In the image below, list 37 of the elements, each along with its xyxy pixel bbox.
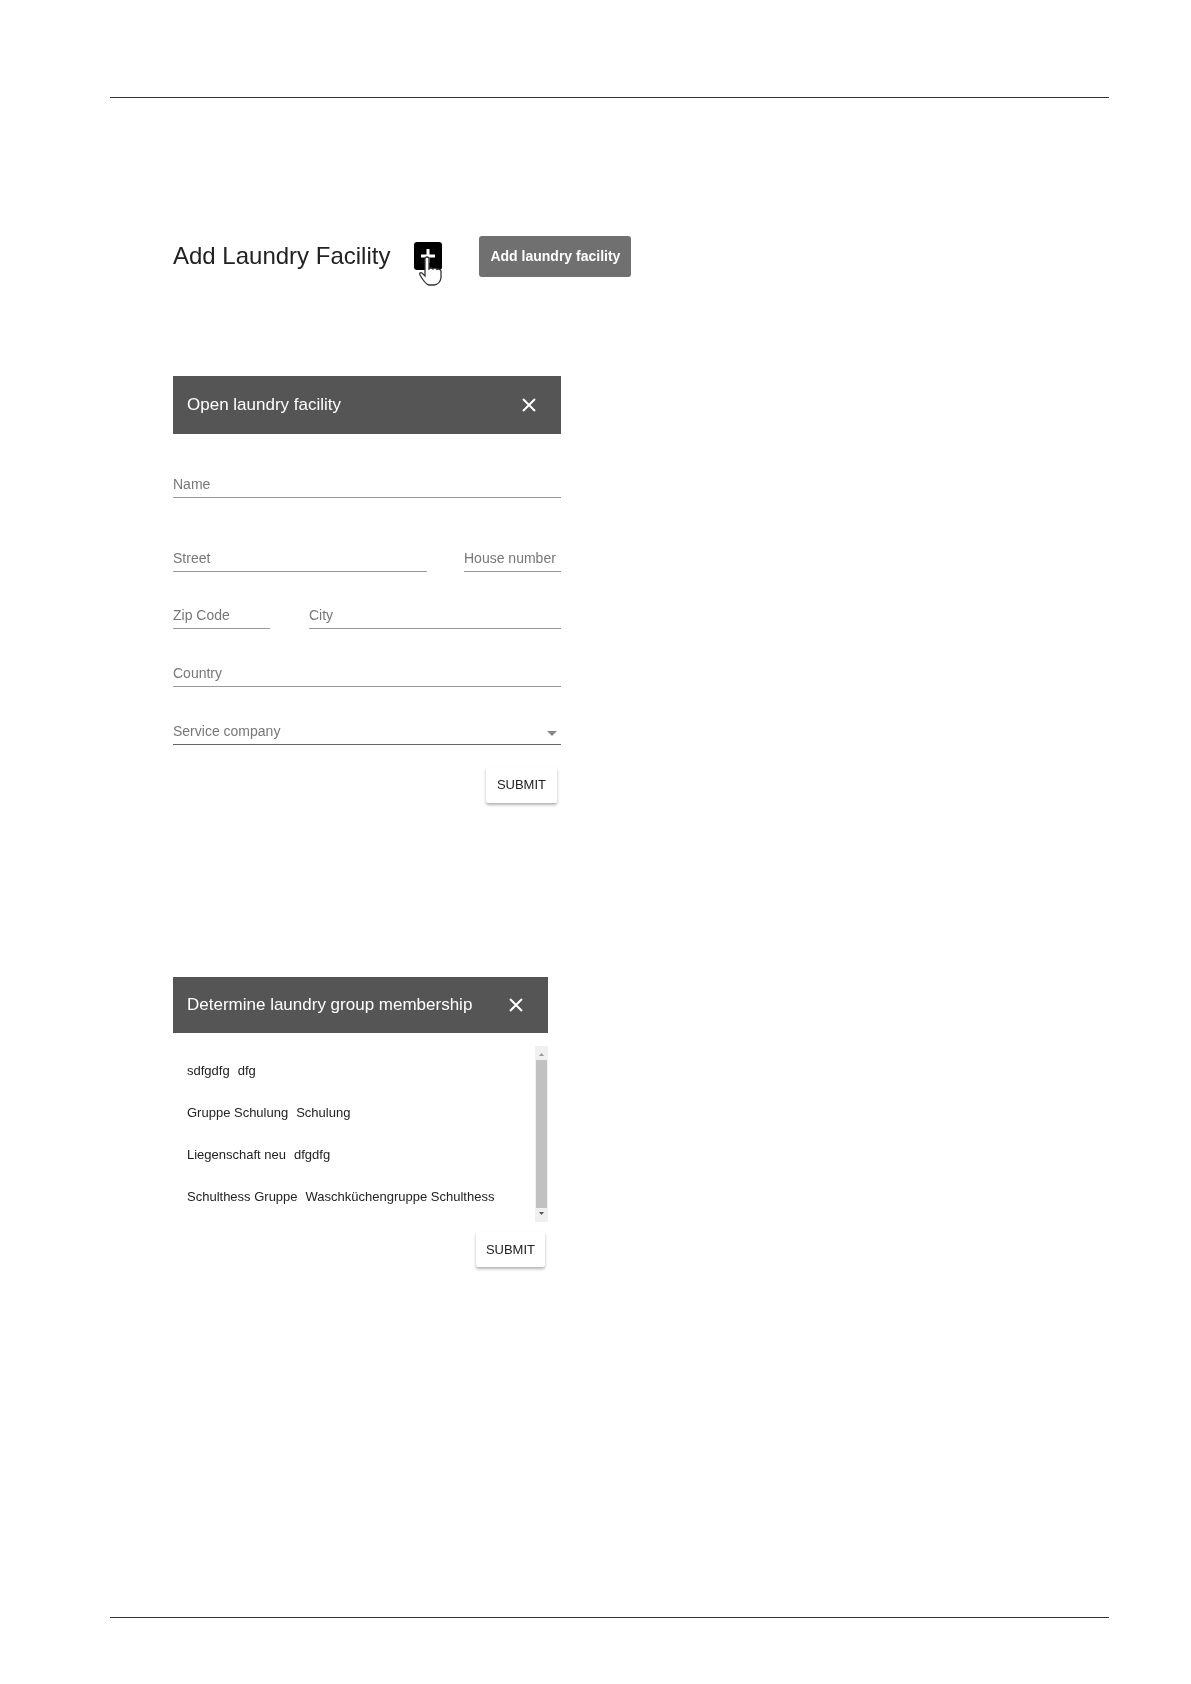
scrollbar[interactable]	[535, 1045, 548, 1222]
group-name: Liegenschaft neu	[187, 1146, 287, 1165]
close-icon[interactable]	[521, 397, 537, 413]
submit-button[interactable]: SUBMIT	[485, 767, 557, 803]
group-list-item[interactable]: sdfgdfg dfg	[187, 1061, 535, 1081]
field-label: Name	[173, 475, 211, 494]
page-heading: Add Laundry Facility	[173, 241, 391, 271]
input-field[interactable]: Name	[173, 474, 561, 498]
group-list-item[interactable]: Gruppe Schulung Schulung	[187, 1103, 535, 1123]
group-description: dfgdfg	[294, 1146, 331, 1165]
field-label: Street	[173, 549, 211, 568]
close-icon[interactable]	[508, 996, 524, 1013]
field-label: City	[309, 606, 334, 625]
group-name: sdfgdfg	[187, 1062, 230, 1081]
group-name: Schulthess Gruppe	[187, 1188, 298, 1207]
tooltip: Add laundry facility	[479, 235, 632, 277]
field-label: Service company	[173, 722, 281, 741]
input-field[interactable]: Country	[173, 663, 561, 687]
input-field[interactable]: Street	[173, 548, 427, 572]
dialog-title: Open laundry facility	[187, 394, 342, 417]
field-label: House number	[464, 549, 556, 568]
group-description: dfg	[237, 1062, 256, 1081]
input-field[interactable]: House number	[464, 548, 561, 572]
input-field[interactable]: City	[309, 605, 561, 629]
group-list-item[interactable]: Liegenschaft neu dfgdfg	[187, 1145, 535, 1165]
group-description: Waschküchengruppe Schulthess	[305, 1188, 495, 1207]
input-field[interactable]: Zip Code	[173, 605, 270, 629]
dialog-title: Determine laundry group membership	[187, 993, 473, 1016]
field-label: Zip Code	[173, 606, 230, 625]
field-label: Country	[173, 664, 223, 683]
group-name: Gruppe Schulung	[187, 1104, 289, 1123]
hand-cursor-icon	[417, 256, 444, 286]
submit-button[interactable]: SUBMIT	[475, 1231, 545, 1267]
dropdown-arrow-icon	[547, 731, 557, 736]
group-list-item[interactable]: Schulthess Gruppe Waschküchengruppe Schulthess	[187, 1187, 535, 1207]
select-field[interactable]: Service company	[173, 721, 561, 745]
group-description: Schulung	[296, 1104, 351, 1123]
